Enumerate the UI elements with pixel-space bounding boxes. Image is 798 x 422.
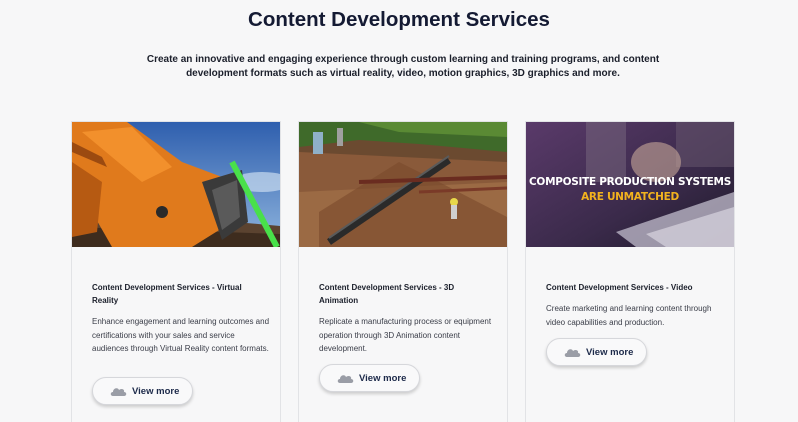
service-card-video: COMPOSITE PRODUCTION SYSTEMS ARE UNMATCH…	[525, 121, 735, 422]
card-title: Content Development Services - Virtual R…	[92, 283, 242, 305]
image-caption-line2: ARE UNMATCHED	[581, 191, 679, 203]
cloud-icon	[337, 375, 354, 383]
page-title: Content Development Services	[248, 8, 550, 31]
video-still-image: COMPOSITE PRODUCTION SYSTEMS ARE UNMATCH…	[526, 122, 734, 247]
service-card-3d-animation: Content Development Services - 3D Animat…	[298, 121, 508, 422]
view-more-label: View more	[586, 346, 634, 358]
view-more-button[interactable]: View more	[546, 338, 647, 366]
view-more-label: View more	[359, 372, 407, 384]
cloud-icon	[110, 388, 127, 396]
card-description: Create marketing and learning content th…	[546, 304, 712, 327]
image-caption-line1: COMPOSITE PRODUCTION SYSTEMS	[529, 176, 731, 188]
service-card-virtual-reality: Content Development Services - Virtual R…	[71, 121, 281, 422]
card-title: Content Development Services - Video	[546, 283, 693, 292]
3d-conveyor-image	[299, 122, 507, 247]
card-description: Enhance engagement and learning outcomes…	[92, 317, 270, 353]
view-more-label: View more	[132, 385, 180, 397]
cloud-icon	[564, 349, 581, 357]
view-more-button[interactable]: View more	[92, 377, 193, 405]
view-more-button[interactable]: View more	[319, 364, 420, 392]
vr-excavator-image	[72, 122, 280, 247]
card-description: Replicate a manufacturing process or equ…	[319, 317, 492, 353]
intro-text: Create an innovative and engaging experi…	[146, 54, 660, 79]
card-title: Content Development Services - 3D Animat…	[319, 283, 455, 305]
